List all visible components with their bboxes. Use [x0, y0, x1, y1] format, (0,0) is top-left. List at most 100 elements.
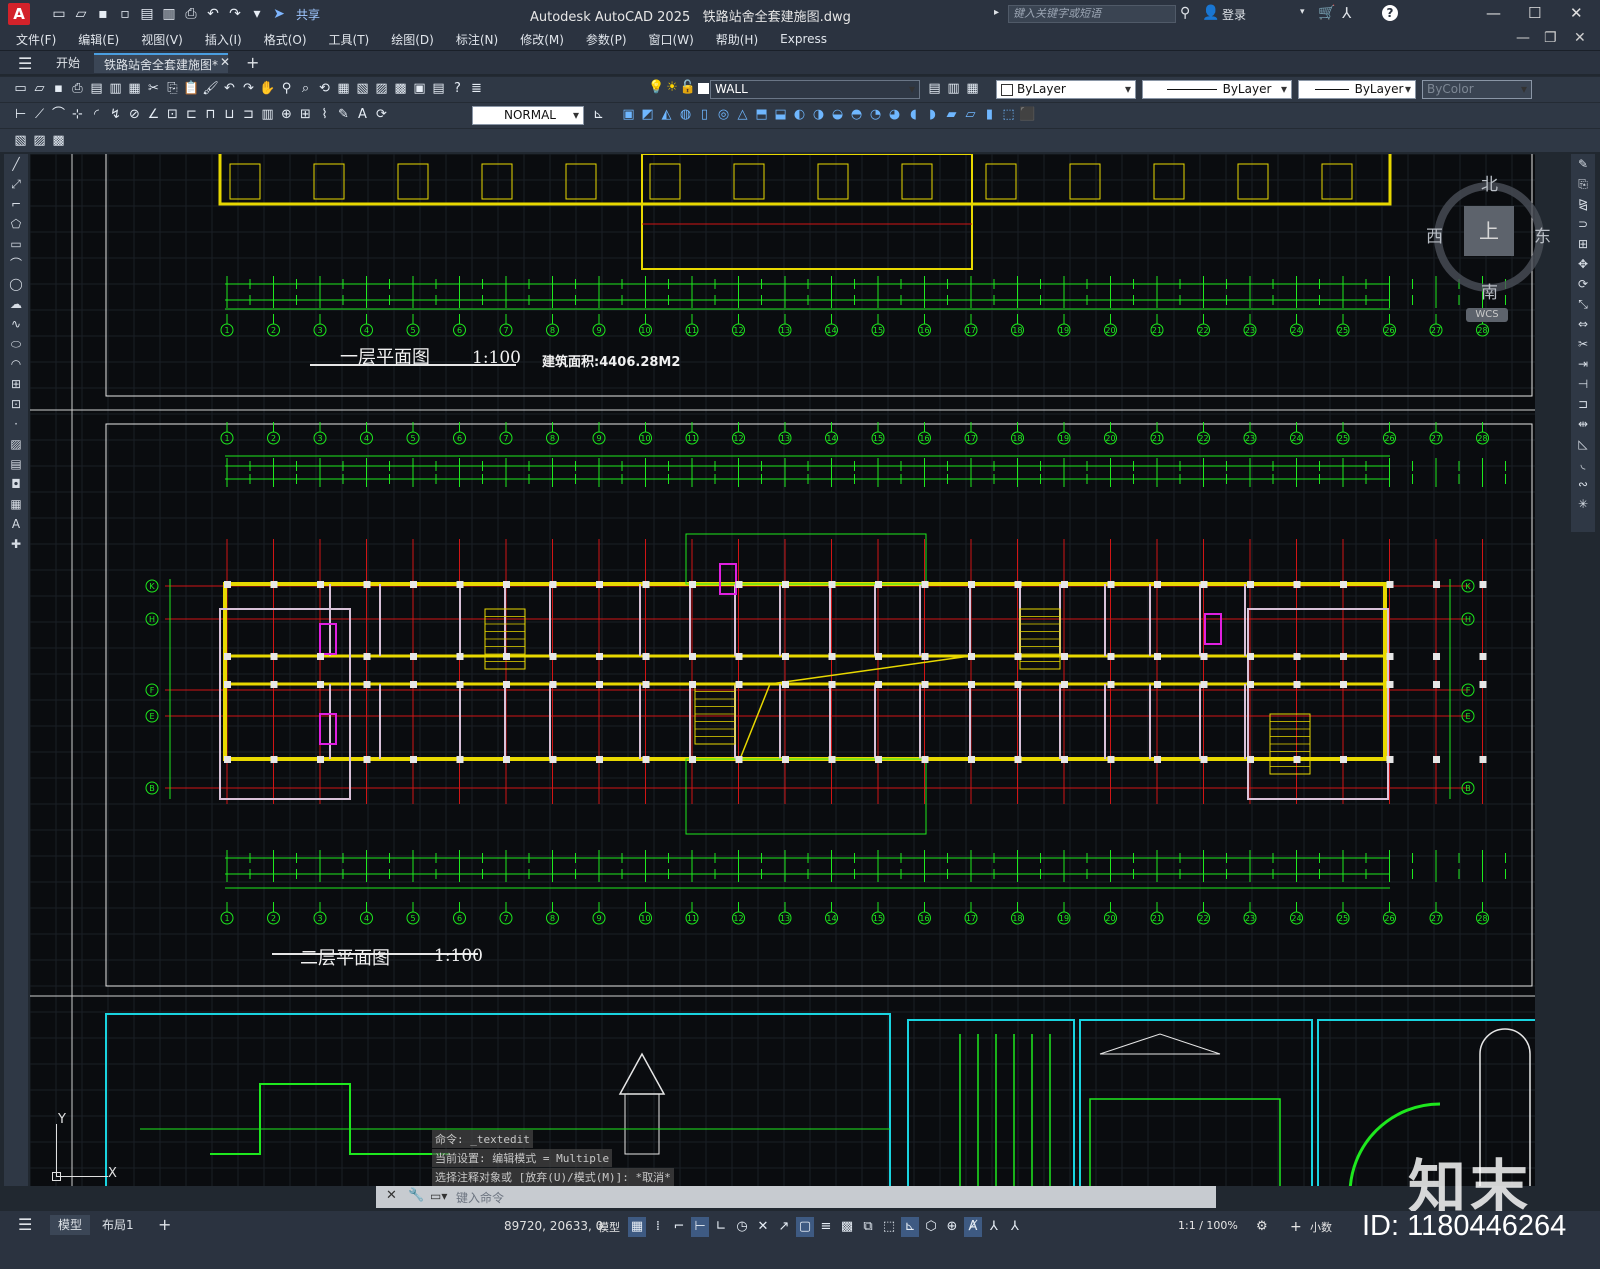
- plot-icon[interactable]: ⎙: [182, 5, 200, 23]
- dim-ordinate-icon[interactable]: ⊹: [69, 106, 86, 123]
- transparency-icon[interactable]: ▩: [838, 1217, 856, 1237]
- layout-menu-icon[interactable]: ☰: [18, 1215, 32, 1234]
- stretch-icon[interactable]: ⇔: [1571, 314, 1595, 334]
- calculator-icon[interactable]: ▤: [430, 80, 447, 97]
- rectangle-icon[interactable]: ▭: [4, 234, 28, 254]
- revcloud-icon[interactable]: ☁: [4, 294, 28, 314]
- hatch-icon[interactable]: ▩: [50, 132, 67, 149]
- polyline-icon[interactable]: ⌐: [4, 194, 28, 214]
- menu-insert[interactable]: 插入(I): [205, 31, 242, 48]
- tab-close-icon[interactable]: ✕: [220, 55, 230, 69]
- save-as-icon[interactable]: ▫: [116, 5, 134, 23]
- insert-block-icon[interactable]: ⊞: [4, 374, 28, 394]
- copy-icon[interactable]: ⎘: [164, 80, 181, 97]
- table-icon[interactable]: ▦: [4, 494, 28, 514]
- help-icon[interactable]: ?: [449, 80, 466, 97]
- revolve-icon[interactable]: ◑: [810, 106, 827, 123]
- region-icon[interactable]: ◘: [4, 474, 28, 494]
- command-customize-icon[interactable]: 🔧: [408, 1188, 424, 1203]
- 3d-osnap-icon[interactable]: ⬚: [880, 1217, 898, 1237]
- menu-help[interactable]: 帮助(H): [716, 31, 758, 48]
- doc-restore-icon[interactable]: ❐: [1544, 30, 1557, 46]
- attach-image-icon[interactable]: ▨: [31, 132, 48, 149]
- layer-states-icon[interactable]: ▦: [964, 80, 981, 97]
- viewcube-top-face[interactable]: 上: [1464, 206, 1514, 256]
- hamburger-menu-icon[interactable]: ☰: [18, 54, 32, 73]
- share-label[interactable]: 共享: [296, 6, 320, 23]
- break-icon[interactable]: ⊐: [1571, 394, 1595, 414]
- dimstyle-dropdown[interactable]: NORMAL: [472, 106, 584, 125]
- extend-icon[interactable]: ⇥: [1571, 354, 1595, 374]
- command-prompt-icon[interactable]: ▭▾: [430, 1189, 447, 1203]
- scale-icon[interactable]: ⤡: [1571, 294, 1595, 314]
- thicken-icon[interactable]: ◗: [924, 106, 941, 123]
- open-file-icon[interactable]: ▱: [72, 5, 90, 23]
- dim-update-icon[interactable]: ⟳: [373, 106, 390, 123]
- chevron-right-icon[interactable]: ▸: [994, 7, 999, 18]
- join-icon[interactable]: ⇹: [1571, 414, 1595, 434]
- sphere-icon[interactable]: ◍: [677, 106, 694, 123]
- dim-radius-icon[interactable]: ◜: [88, 106, 105, 123]
- jogged-linear-icon[interactable]: ⌇: [316, 106, 333, 123]
- new-file-icon[interactable]: ▭: [50, 5, 68, 23]
- dimstyle-manager-icon[interactable]: ⊾: [590, 106, 607, 123]
- tolerance-icon[interactable]: ▥: [259, 106, 276, 123]
- arc-icon[interactable]: ⌒: [4, 254, 28, 274]
- units-value[interactable]: 小数: [1310, 1219, 1332, 1235]
- linetype-dropdown[interactable]: ByLayer: [1142, 80, 1292, 99]
- cart-icon[interactable]: 🛒: [1318, 5, 1335, 21]
- array-icon[interactable]: ⊞: [1571, 234, 1595, 254]
- viewcube-south[interactable]: 南: [1481, 278, 1498, 303]
- gradient-icon[interactable]: ▤: [4, 454, 28, 474]
- ellipse-icon[interactable]: ⬭: [4, 334, 28, 354]
- construction-line-icon[interactable]: ⤢: [4, 174, 28, 194]
- offset-icon[interactable]: ⊃: [1571, 214, 1595, 234]
- imprint-icon[interactable]: ▰: [943, 106, 960, 123]
- sweep-icon[interactable]: ◐: [791, 106, 808, 123]
- dim-linear-icon[interactable]: ⊢: [12, 106, 29, 123]
- tool-palettes-icon[interactable]: ▨: [373, 80, 390, 97]
- menu-dimension[interactable]: 标注(N): [456, 31, 498, 48]
- login-button[interactable]: 登录: [1222, 6, 1246, 23]
- menu-express[interactable]: Express: [780, 32, 827, 46]
- line-icon[interactable]: ╱: [4, 154, 28, 174]
- open-icon[interactable]: ▱: [31, 80, 48, 97]
- paste-icon[interactable]: 📋: [183, 80, 200, 97]
- selection-filter-icon[interactable]: ⬡: [922, 1217, 940, 1237]
- save-icon[interactable]: ▪: [50, 80, 67, 97]
- pan-icon[interactable]: ✋: [259, 80, 276, 97]
- quick-dim-icon[interactable]: ⊡: [164, 106, 181, 123]
- share-icon[interactable]: ➤: [270, 5, 288, 23]
- command-line[interactable]: ✕ 🔧 ▭▾ 键入命令: [376, 1186, 1216, 1208]
- layer-properties-icon[interactable]: ≣: [468, 80, 485, 97]
- chevron-down-icon[interactable]: ▾: [1300, 7, 1305, 17]
- point-icon[interactable]: ·: [4, 414, 28, 434]
- polar-icon[interactable]: ◷: [733, 1217, 751, 1237]
- command-close-icon[interactable]: ✕: [386, 1188, 397, 1203]
- mirror-icon[interactable]: ⧎: [1571, 194, 1595, 214]
- search-input[interactable]: 键入关键字或短语: [1008, 5, 1176, 23]
- rotate-icon[interactable]: ⟳: [1571, 274, 1595, 294]
- annotation-visibility-icon[interactable]: Ⱥ: [964, 1217, 982, 1237]
- dynamic-input-icon[interactable]: ⊢: [691, 1217, 709, 1237]
- add-selected-icon[interactable]: ✚: [4, 534, 28, 554]
- shell-icon[interactable]: ▱: [962, 106, 979, 123]
- dim-space-icon[interactable]: ⊔: [221, 106, 238, 123]
- make-current-icon[interactable]: ▤: [926, 80, 943, 97]
- wedge-icon[interactable]: ◩: [639, 106, 656, 123]
- cone-icon[interactable]: ◭: [658, 106, 675, 123]
- autocad-logo-icon[interactable]: A: [8, 3, 30, 25]
- chamfer-icon[interactable]: ◺: [1571, 434, 1595, 454]
- dim-baseline-icon[interactable]: ⊏: [183, 106, 200, 123]
- tab-model[interactable]: 模型: [50, 1215, 91, 1235]
- open-web-icon[interactable]: ▤: [138, 5, 156, 23]
- fillet-icon[interactable]: ◟: [1571, 454, 1595, 474]
- lock-icon[interactable]: 🔓: [680, 80, 696, 95]
- presspull-icon[interactable]: ⬓: [772, 106, 789, 123]
- sun-icon[interactable]: ☀: [666, 80, 678, 95]
- extrude-face-icon[interactable]: ⬚: [1000, 106, 1017, 123]
- maximize-icon[interactable]: ☐: [1528, 4, 1541, 22]
- viewcube-west[interactable]: 西: [1426, 222, 1443, 247]
- lineweight-dropdown[interactable]: ByLayer: [1298, 80, 1416, 99]
- trim-icon[interactable]: ✂: [1571, 334, 1595, 354]
